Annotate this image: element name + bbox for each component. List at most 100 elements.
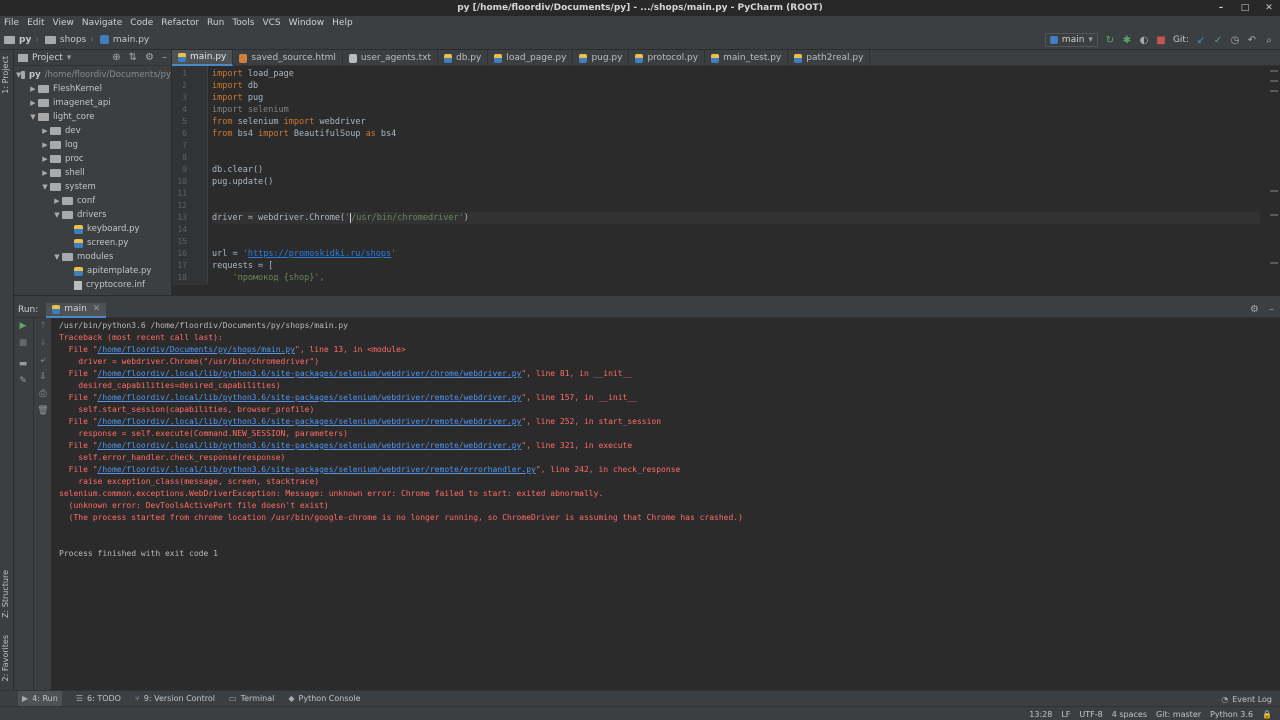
breadcrumb-folder[interactable]: shops ›: [44, 35, 94, 45]
menu-run[interactable]: Run: [207, 18, 224, 28]
gear-icon[interactable]: ⚙: [1250, 304, 1259, 315]
code-line[interactable]: [212, 140, 1260, 152]
close-icon[interactable]: ✕: [93, 304, 101, 314]
indent-setting[interactable]: 4 spaces: [1112, 710, 1147, 719]
code-line[interactable]: 'промокод {shop}',: [212, 272, 1260, 284]
console-file-link[interactable]: /home/floordiv/.local/lib/python3.6/site…: [98, 369, 522, 378]
tool-window-button[interactable]: ☰ 6: TODO: [76, 694, 121, 703]
code-line[interactable]: requests = [: [212, 260, 1260, 272]
rerun-icon[interactable]: ↻: [1105, 35, 1115, 46]
event-log-button[interactable]: ◔ Event Log: [1221, 691, 1272, 707]
project-tool-tab[interactable]: 1: Project: [1, 56, 10, 94]
code-line[interactable]: from bs4 import BeautifulSoup as bs4: [212, 128, 1260, 140]
console-file-link[interactable]: /home/floordiv/.local/lib/python3.6/site…: [98, 417, 522, 426]
console-file-link[interactable]: /home/floordiv/.local/lib/python3.6/site…: [98, 393, 522, 402]
chevron-right-icon[interactable]: ▶: [52, 197, 62, 205]
maximize-icon[interactable]: □: [1240, 0, 1250, 16]
print-icon[interactable]: ⎙: [34, 386, 52, 403]
tree-item[interactable]: cryptocore.inf: [14, 278, 171, 292]
chevron-right-icon[interactable]: ▶: [40, 155, 50, 163]
chevron-right-icon[interactable]: ▶: [40, 169, 50, 177]
code-line[interactable]: import selenium: [212, 104, 1260, 116]
chevron-down-icon[interactable]: ▾: [67, 53, 72, 63]
coverage-icon[interactable]: ◐: [1139, 35, 1149, 46]
editor-tab[interactable]: load_page.py: [488, 50, 574, 66]
tree-item[interactable]: ▶ dev: [14, 124, 171, 138]
editor-tab[interactable]: pug.py: [573, 50, 630, 66]
rollback-icon[interactable]: ↶: [1247, 35, 1257, 46]
stop-icon[interactable]: ■: [14, 335, 32, 352]
menu-refactor[interactable]: Refactor: [161, 18, 199, 28]
editor-tab[interactable]: saved_source.html: [233, 50, 343, 66]
code-line[interactable]: from selenium import webdriver: [212, 116, 1260, 128]
code-line[interactable]: [212, 236, 1260, 248]
tree-item[interactable]: ▶ log: [14, 138, 171, 152]
down-arrow-icon[interactable]: ↓: [34, 335, 52, 352]
code-line[interactable]: [212, 224, 1260, 236]
run-config-selector[interactable]: main ▾: [1044, 33, 1098, 47]
editor-tab[interactable]: main_test.py: [705, 50, 789, 66]
project-view-selector[interactable]: Project: [32, 53, 63, 63]
editor-tab[interactable]: user_agents.txt: [343, 50, 438, 66]
run-tab-main[interactable]: main ✕: [46, 302, 107, 318]
trash-icon[interactable]: 🗑: [34, 403, 52, 420]
tree-item[interactable]: screen.py: [14, 236, 171, 250]
collapse-all-icon[interactable]: ⇅: [129, 52, 137, 63]
chevron-down-icon[interactable]: ▼: [52, 253, 62, 261]
editor-tab[interactable]: protocol.py: [629, 50, 706, 66]
debug-icon[interactable]: ✱: [1122, 35, 1132, 46]
console-file-link[interactable]: /home/floordiv/Documents/py/shops/main.p…: [98, 345, 295, 354]
tree-item[interactable]: apitemplate.py: [14, 264, 171, 278]
code-line[interactable]: db.clear(): [212, 164, 1260, 176]
code-line[interactable]: url = 'https://promoskidki.ru/shops': [212, 248, 1260, 260]
tool-window-button[interactable]: ▭ Terminal: [229, 694, 274, 703]
git-branch-status[interactable]: Git: master: [1156, 710, 1201, 719]
menu-code[interactable]: Code: [130, 18, 153, 28]
editor-tab[interactable]: path2real.py: [788, 50, 871, 66]
menu-window[interactable]: Window: [289, 18, 325, 28]
soft-wrap-icon[interactable]: ⤶: [34, 352, 52, 369]
tree-item[interactable]: ▶ imagenet_api: [14, 96, 171, 110]
chevron-right-icon[interactable]: ▶: [40, 127, 50, 135]
search-icon[interactable]: ⌕: [1264, 35, 1274, 46]
code-line[interactable]: driver = webdriver.Chrome('/usr/bin/chro…: [212, 212, 1260, 224]
pin-tab-icon[interactable]: ▬: [14, 356, 32, 373]
locate-icon[interactable]: ⊕: [112, 52, 120, 63]
scrollbar-markers[interactable]: [1270, 66, 1278, 285]
tool-window-button[interactable]: ▶ 4: Run: [18, 690, 62, 707]
minimize-icon[interactable]: –: [1216, 0, 1226, 16]
tree-item[interactable]: ▶ FleshKernel: [14, 82, 171, 96]
lock-icon[interactable]: 🔒: [1262, 710, 1272, 719]
git-update-icon[interactable]: ↙: [1196, 35, 1206, 46]
code-line[interactable]: pug.update(): [212, 176, 1260, 188]
hide-icon[interactable]: –: [1269, 304, 1274, 315]
python-interpreter[interactable]: Python 3.6: [1210, 710, 1253, 719]
run-console-output[interactable]: /usr/bin/python3.6 /home/floordiv/Docume…: [52, 318, 1280, 690]
breadcrumb-file[interactable]: main.py: [99, 35, 149, 45]
tree-item[interactable]: ▶ shell: [14, 166, 171, 180]
code-line[interactable]: [212, 200, 1260, 212]
file-encoding[interactable]: UTF-8: [1079, 710, 1102, 719]
caret-position[interactable]: 13:28: [1029, 710, 1052, 719]
tree-item[interactable]: ▼ py/home/floordiv/Documents/py: [14, 68, 171, 82]
menu-view[interactable]: View: [53, 18, 74, 28]
favorites-tool-tab[interactable]: 2: Favorites: [1, 635, 10, 681]
rerun-icon[interactable]: ▶: [14, 318, 32, 335]
code-line[interactable]: [212, 188, 1260, 200]
menu-edit[interactable]: Edit: [27, 18, 44, 28]
menu-navigate[interactable]: Navigate: [82, 18, 122, 28]
up-arrow-icon[interactable]: ↑: [34, 318, 52, 335]
panel-splitter[interactable]: [14, 295, 1280, 303]
menu-file[interactable]: File: [4, 18, 19, 28]
tree-item[interactable]: ▶ conf: [14, 194, 171, 208]
code-editor[interactable]: 1 2 3 4 5 6 7 8 9 10 11 12 13 14 15 16 17 18 import load_…: [172, 66, 1280, 285]
code-line[interactable]: [212, 152, 1260, 164]
editor-tab[interactable]: main.py: [172, 50, 234, 66]
pin-icon[interactable]: ✎: [14, 373, 32, 390]
tree-item[interactable]: ▼ drivers: [14, 208, 171, 222]
tool-window-button[interactable]: ◆ Python Console: [288, 694, 360, 703]
tree-item[interactable]: ▶ proc: [14, 152, 171, 166]
tree-item[interactable]: ▼ system: [14, 180, 171, 194]
tree-item[interactable]: keyboard.py: [14, 222, 171, 236]
console-file-link[interactable]: /home/floordiv/.local/lib/python3.6/site…: [98, 441, 522, 450]
